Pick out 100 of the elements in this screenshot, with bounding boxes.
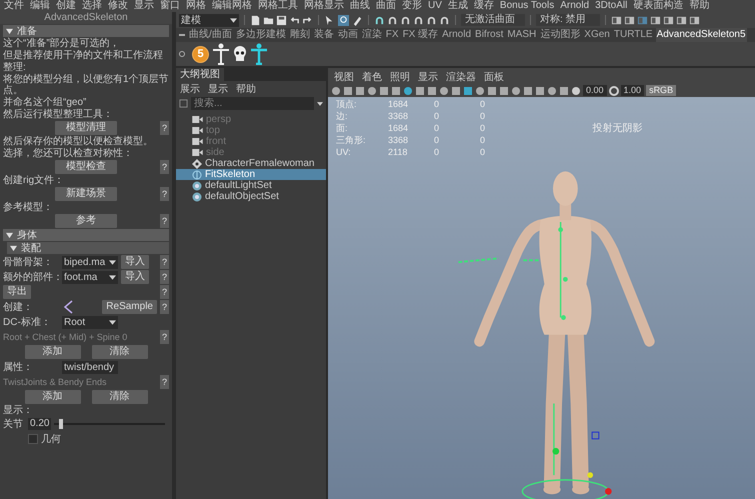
action-button[interactable]: 模型清理 bbox=[55, 121, 117, 135]
menu-item[interactable]: 渲染器 bbox=[446, 70, 476, 82]
shelf-tab[interactable]: 动画 bbox=[336, 28, 359, 42]
shelf-tab[interactable]: AdvancedSkeleton5 bbox=[656, 28, 747, 42]
menu-item[interactable]: 编辑 bbox=[30, 0, 50, 12]
dropdown[interactable]: twist/bendy bbox=[62, 360, 118, 374]
menu-item[interactable]: 帮助 bbox=[689, 0, 710, 12]
menu-item[interactable]: 创建 bbox=[56, 0, 76, 12]
panel-layout-icon[interactable] bbox=[650, 14, 661, 26]
filter-icon[interactable] bbox=[179, 99, 188, 108]
caret-icon[interactable] bbox=[317, 102, 323, 106]
magnet-icon[interactable] bbox=[413, 14, 424, 26]
menu-item[interactable]: 硬表面构造 bbox=[633, 0, 684, 12]
panel-layout-icon[interactable] bbox=[624, 14, 635, 26]
gamma-icon[interactable] bbox=[608, 86, 619, 96]
outliner-item[interactable]: CharacterFemalewoman bbox=[176, 158, 326, 169]
section-header[interactable]: 身体 bbox=[3, 229, 169, 241]
menu-item[interactable]: 编辑网格 bbox=[212, 0, 252, 12]
panel-layout-icon[interactable] bbox=[611, 14, 622, 26]
help-button[interactable]: ? bbox=[160, 187, 169, 201]
outliner-item[interactable]: defaultLightSet bbox=[176, 180, 326, 191]
save-icon[interactable] bbox=[276, 14, 287, 26]
color-space-field[interactable]: sRGB bbox=[646, 85, 676, 96]
figure-icon[interactable] bbox=[250, 43, 268, 65]
menu-item[interactable]: 3DtoAll bbox=[595, 0, 628, 12]
magnet-icon[interactable] bbox=[374, 14, 385, 26]
menu-item[interactable]: 视图 bbox=[334, 70, 354, 82]
symmetry-field[interactable]: 对称: 禁用 bbox=[536, 14, 600, 26]
shelf-tab[interactable]: Bifrost bbox=[474, 28, 504, 42]
import-button[interactable]: 导入 bbox=[121, 255, 149, 269]
import-button[interactable]: 导入 bbox=[121, 270, 149, 284]
help-button[interactable]: ? bbox=[160, 300, 169, 314]
action-button[interactable]: 模型检查 bbox=[55, 160, 117, 174]
menu-item[interactable]: 帮助 bbox=[236, 82, 256, 94]
menu-item[interactable]: 曲线 bbox=[350, 0, 370, 12]
live-surface-field[interactable]: 无激活曲面 bbox=[461, 14, 525, 26]
menu-item[interactable]: 照明 bbox=[390, 70, 410, 82]
shelf-tab[interactable]: FX bbox=[384, 28, 400, 42]
menu-item[interactable]: 选择 bbox=[82, 0, 102, 12]
file-icon[interactable] bbox=[250, 14, 261, 26]
menu-item[interactable]: 面板 bbox=[484, 70, 504, 82]
export-button[interactable]: 导出 bbox=[3, 285, 31, 299]
panel-tab[interactable]: 大纲视图 bbox=[176, 68, 224, 81]
shelf-tab[interactable]: TURTLE bbox=[612, 28, 654, 42]
value-field[interactable]: 0.20 bbox=[28, 418, 52, 430]
action-button[interactable]: 清除 bbox=[92, 345, 148, 359]
menu-item[interactable]: 曲面 bbox=[376, 0, 396, 12]
help-button[interactable]: ? bbox=[160, 270, 169, 284]
panel-layout-icon[interactable] bbox=[663, 14, 674, 26]
slider-thumb[interactable] bbox=[58, 419, 63, 429]
menu-item[interactable]: Bonus Tools bbox=[500, 0, 554, 12]
figure-icon[interactable] bbox=[212, 43, 230, 65]
gamma-field[interactable]: 1.00 bbox=[620, 85, 644, 96]
panel-layout-icon[interactable] bbox=[689, 14, 700, 26]
redo-icon[interactable] bbox=[302, 14, 313, 26]
panel-layout-icon[interactable] bbox=[637, 14, 648, 26]
action-button[interactable]: 参考 bbox=[55, 214, 117, 228]
menu-item[interactable]: 显示 bbox=[134, 0, 154, 12]
exposure-field[interactable]: 0.00 bbox=[583, 85, 607, 96]
shelf-tab[interactable]: MASH bbox=[506, 28, 538, 42]
shelf-tab[interactable]: Arnold bbox=[441, 28, 472, 42]
shelf-tab[interactable]: 渲染 bbox=[360, 28, 383, 42]
mode-dropdown[interactable]: 建模 bbox=[179, 14, 239, 26]
shelf-tab[interactable]: XGen bbox=[583, 28, 611, 42]
help-button[interactable]: ? bbox=[160, 285, 169, 299]
menu-item[interactable]: 显示 bbox=[418, 70, 438, 82]
shelf-tab[interactable]: 曲线/曲面 bbox=[188, 28, 233, 42]
checkbox[interactable] bbox=[28, 434, 38, 444]
dropdown[interactable]: foot.ma bbox=[62, 270, 118, 284]
action-button[interactable]: 添加 bbox=[24, 345, 80, 359]
magnet-icon[interactable] bbox=[439, 14, 450, 26]
shelf-tab[interactable]: 运动图形 bbox=[539, 28, 582, 42]
action-button[interactable]: 新建场景 bbox=[55, 187, 117, 201]
section-header[interactable]: 装配 bbox=[7, 242, 169, 254]
menu-item[interactable]: 着色 bbox=[362, 70, 382, 82]
exposure-icon[interactable] bbox=[571, 86, 581, 96]
shelf-tab[interactable]: FX 缓存 bbox=[402, 28, 440, 42]
resample-button[interactable]: ReSample bbox=[102, 300, 157, 314]
help-button[interactable]: ? bbox=[160, 375, 169, 389]
help-button[interactable]: ? bbox=[160, 330, 169, 344]
dropdown[interactable]: biped.ma bbox=[62, 256, 118, 268]
menu-item[interactable]: 网格显示 bbox=[304, 0, 344, 12]
menu-item[interactable]: 缓存 bbox=[474, 0, 494, 12]
shelf-tab[interactable]: 雕刻 bbox=[288, 28, 311, 42]
menu-item[interactable]: UV bbox=[428, 0, 442, 12]
help-button[interactable]: ? bbox=[160, 255, 169, 269]
menu-item[interactable]: 网格 bbox=[186, 0, 206, 12]
outliner-item[interactable]: defaultObjectSet bbox=[176, 191, 326, 202]
search-field[interactable]: 搜索... bbox=[191, 97, 314, 110]
help-button[interactable]: ? bbox=[160, 214, 169, 228]
menu-item[interactable]: 网格工具 bbox=[258, 0, 298, 12]
menu-item[interactable]: 显示 bbox=[208, 82, 228, 94]
panel-layout-icon[interactable] bbox=[676, 14, 687, 26]
menu-item[interactable]: Arnold bbox=[560, 0, 590, 12]
shelf-tab[interactable]: 多边形建模 bbox=[234, 28, 287, 42]
dropdown[interactable]: Root bbox=[62, 316, 118, 328]
select-tool-icon[interactable] bbox=[324, 14, 335, 26]
skull-icon[interactable] bbox=[233, 45, 247, 63]
magnet-icon[interactable] bbox=[400, 14, 411, 26]
action-button[interactable]: 清除 bbox=[92, 390, 148, 404]
